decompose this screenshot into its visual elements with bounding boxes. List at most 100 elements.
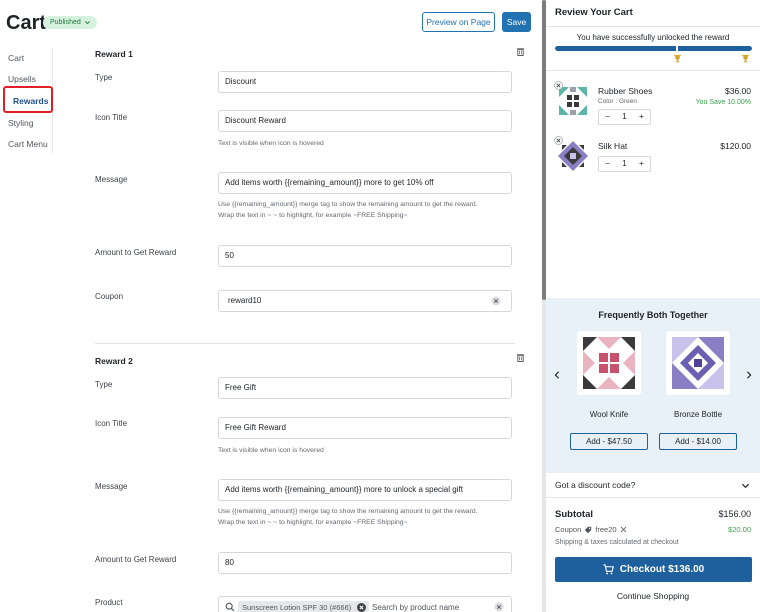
fbt-title: Frequently Both Together xyxy=(598,310,708,320)
cart-item-variant: Color : Green xyxy=(598,98,638,105)
cart-item-savings: You Save 10.00% xyxy=(695,99,751,106)
frequently-bought-together: Frequently Both Together Wool Knife Bron… xyxy=(546,298,760,473)
remove-coupon-icon[interactable] xyxy=(620,526,627,533)
reward-1-type-select[interactable]: Discount xyxy=(218,71,512,93)
product-chip: Sunscreen Lotion SPF 30 (#666) xyxy=(238,601,370,612)
cart-item-name: Rubber Shoes xyxy=(598,86,653,96)
bronze-bottle-image xyxy=(666,331,730,395)
remove-chip-icon[interactable] xyxy=(357,603,367,612)
cart-title: Review Your Cart xyxy=(555,7,633,18)
wool-knife-image xyxy=(577,331,641,395)
quantity-value: 1 xyxy=(622,159,627,168)
message-help-line-2: Wrap the text in ~ ~ to highlight, for e… xyxy=(218,212,408,219)
trophy-icon xyxy=(673,54,682,63)
message-help: Use {{remaining_amount}} merge tag to sh… xyxy=(218,199,512,221)
nav-item-upsells[interactable]: Upsells xyxy=(8,74,36,84)
icon-title-help: Text is visible when icon is hovered xyxy=(218,447,324,454)
message-help-line-1: Use {{remaining_amount}} merge tag to sh… xyxy=(218,508,478,515)
reward-2-icon-title-input[interactable]: Free Gift Reward xyxy=(218,417,512,439)
preview-on-page-button[interactable]: Preview on Page xyxy=(422,12,495,32)
applied-coupon: Coupon free20 xyxy=(555,525,627,534)
checkout-button[interactable]: Checkout $136.00 xyxy=(555,557,752,582)
remove-item-button[interactable] xyxy=(554,136,563,145)
quantity-stepper[interactable]: − 1 + xyxy=(598,109,651,125)
reward-progress-bar xyxy=(555,46,752,51)
status-badge-label: Published xyxy=(50,19,81,26)
reward-2-title: Reward 2 xyxy=(95,356,133,366)
save-button[interactable]: Save xyxy=(502,12,531,32)
trash-icon[interactable] xyxy=(516,353,525,362)
reward-2-amount-input[interactable]: 80 xyxy=(218,552,512,574)
cart-item-name: Silk Hat xyxy=(598,141,628,151)
section-divider xyxy=(95,343,515,344)
reward-2-type-select[interactable]: Free Gift xyxy=(218,377,512,399)
chevron-right-icon[interactable] xyxy=(745,371,753,379)
checkout-label: Checkout $136.00 xyxy=(619,564,705,575)
trash-icon[interactable] xyxy=(516,47,525,56)
increase-quantity-button[interactable]: + xyxy=(633,157,650,171)
coupon-code: free20 xyxy=(595,525,617,534)
subtotal-label: Subtotal xyxy=(555,509,593,520)
add-bronze-bottle-button[interactable]: Add - $14.00 xyxy=(659,433,737,450)
product-chip-label: Sunscreen Lotion SPF 30 (#666) xyxy=(242,603,352,612)
product-label: Product xyxy=(95,598,123,607)
continue-shopping-link[interactable]: Continue Shopping xyxy=(546,591,760,601)
reward-1-icon-title-input[interactable]: Discount Reward xyxy=(218,110,512,132)
reward-2-product-select[interactable]: Sunscreen Lotion SPF 30 (#666) Search by… xyxy=(218,596,512,612)
icon-title-label: Icon Title xyxy=(95,419,128,428)
nav-item-styling[interactable]: Styling xyxy=(8,118,34,128)
cart-divider xyxy=(546,497,760,498)
quantity-stepper[interactable]: − 1 + xyxy=(598,156,651,172)
subtotal-value: $156.00 xyxy=(718,509,751,519)
product-search-placeholder[interactable]: Search by product name xyxy=(372,601,459,612)
reward-1-title: Reward 1 xyxy=(95,49,133,59)
message-help-line-1: Use {{remaining_amount}} merge tag to sh… xyxy=(218,201,478,208)
reward-2-message-input[interactable]: Add items worth {{remaining_amount}} mor… xyxy=(218,479,512,501)
reward-1-coupon-select[interactable]: reward10 xyxy=(218,290,512,312)
coupon-discount-value: $20.00 xyxy=(728,525,751,534)
chevron-down-icon[interactable] xyxy=(741,481,750,490)
clear-icon[interactable] xyxy=(491,296,501,306)
decrease-quantity-button[interactable]: − xyxy=(599,110,616,124)
reward-1-message-input[interactable]: Add items worth {{remaining_amount}} mor… xyxy=(218,172,512,194)
nav-item-cart-menu[interactable]: Cart Menu xyxy=(8,139,48,149)
remove-item-button[interactable] xyxy=(554,81,563,90)
reward-progress-fill xyxy=(555,46,752,51)
coupon-label: Coupon xyxy=(95,292,124,301)
chevron-left-icon[interactable] xyxy=(553,371,561,379)
decrease-quantity-button[interactable]: − xyxy=(599,157,616,171)
progress-milestone xyxy=(676,44,678,53)
message-label: Message xyxy=(95,482,128,491)
cart-divider xyxy=(546,70,760,71)
message-label: Message xyxy=(95,175,128,184)
tag-icon xyxy=(585,526,592,533)
coupon-line-label: Coupon xyxy=(555,525,582,534)
quantity-value: 1 xyxy=(622,112,627,121)
message-help: Use {{remaining_amount}} merge tag to sh… xyxy=(218,506,512,528)
type-label: Type xyxy=(95,73,113,82)
add-wool-knife-button[interactable]: Add - $47.50 xyxy=(570,433,648,450)
reward-unlock-message: You have successfully unlocked the rewar… xyxy=(576,33,730,42)
trophy-icon xyxy=(741,54,750,63)
reward-1-amount-input[interactable]: 50 xyxy=(218,245,512,267)
nav-item-cart[interactable]: Cart xyxy=(8,53,24,63)
type-label: Type xyxy=(95,380,113,389)
icon-title-label: Icon Title xyxy=(95,113,128,122)
discount-code-toggle[interactable]: Got a discount code? xyxy=(555,480,635,490)
page-title: Cart xyxy=(6,12,47,34)
fbt-product-name: Wool Knife xyxy=(589,410,629,419)
message-help-line-2: Wrap the text in ~ ~ to highlight, for e… xyxy=(218,519,408,526)
close-icon xyxy=(556,138,561,143)
nav-item-rewards[interactable]: Rewards xyxy=(13,96,48,106)
status-badge[interactable]: Published xyxy=(43,16,97,29)
chevron-down-icon xyxy=(84,21,90,25)
cart-preview-panel: Review Your Cart You have successfully u… xyxy=(546,0,760,612)
cart-item-price: $36.00 xyxy=(725,86,751,96)
close-icon xyxy=(556,83,561,88)
increase-quantity-button[interactable]: + xyxy=(633,110,650,124)
icon-title-help: Text is visible when icon is hovered xyxy=(218,140,324,147)
shipping-note: Shipping & taxes calculated at checkout xyxy=(555,539,679,546)
amount-label: Amount to Get Reward xyxy=(95,555,177,564)
search-icon xyxy=(225,602,235,612)
clear-icon[interactable] xyxy=(494,602,504,612)
